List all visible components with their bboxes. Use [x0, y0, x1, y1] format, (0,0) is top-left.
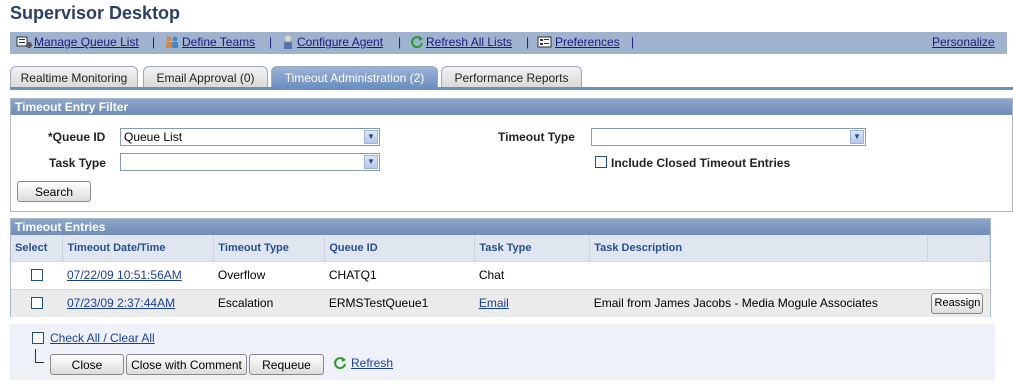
preferences-label[interactable]: Preferences — [555, 35, 620, 49]
table-header-row: Select Timeout Date/Time Timeout Type Qu… — [11, 235, 991, 261]
tab-email-approval[interactable]: Email Approval (0) — [143, 66, 268, 88]
manage-queue-list-link[interactable]: Manage Queue List — [16, 35, 139, 49]
row-select-checkbox[interactable] — [31, 269, 43, 281]
page-title: Supervisor Desktop — [10, 3, 181, 23]
task-type-label: Task Type — [49, 156, 106, 170]
action-cell — [927, 260, 990, 289]
timeout-type-cell: Escalation — [213, 288, 325, 317]
table-row: 07/22/09 10:51:56AM Overflow CHATQ1 Chat — [11, 260, 990, 289]
task-type-link[interactable]: Email — [479, 296, 509, 310]
close-button[interactable]: Close — [50, 354, 124, 375]
preferences-icon — [537, 35, 553, 49]
column-header-select: Select — [11, 235, 64, 261]
tab-performance-reports[interactable]: Performance Reports — [441, 66, 582, 88]
entries-header: Timeout Entries — [11, 219, 990, 235]
manage-queue-list-label[interactable]: Manage Queue List — [34, 35, 139, 49]
column-header-task-description[interactable]: Task Description — [589, 235, 928, 261]
tab-realtime-monitoring[interactable]: Realtime Monitoring — [10, 66, 138, 88]
timeout-type-cell: Overflow — [213, 260, 325, 289]
chevron-down-icon[interactable]: ▼ — [850, 130, 864, 144]
select-cell — [11, 288, 63, 317]
task-type-cell: Email — [474, 288, 590, 317]
refresh-all-lists-link[interactable]: Refresh All Lists — [410, 35, 512, 49]
agent-icon — [281, 35, 295, 49]
define-teams-link[interactable]: Define Teams — [164, 35, 255, 49]
close-with-comment-button[interactable]: Close with Comment — [126, 354, 247, 375]
refresh-icon — [410, 35, 424, 49]
queue-id-cell: ERMSTestQueue1 — [324, 288, 475, 317]
column-header-task-type[interactable]: Task Type — [474, 235, 591, 261]
timeout-datetime-link[interactable]: 07/22/09 10:51:56AM — [67, 268, 182, 282]
select-cell — [11, 260, 63, 289]
check-all-checkbox[interactable] — [32, 332, 44, 344]
queue-list-icon — [16, 35, 32, 49]
column-header-timeout-type[interactable]: Timeout Type — [213, 235, 326, 261]
include-closed-checkbox[interactable] — [595, 156, 607, 168]
timeout-entries-table: Select Timeout Date/Time Timeout Type Qu… — [11, 235, 991, 317]
timeout-type-select[interactable]: ▼ — [591, 128, 866, 146]
personalize-link[interactable]: Personalize — [932, 35, 995, 49]
refresh-link[interactable]: Refresh — [351, 356, 393, 370]
tree-connector — [35, 349, 44, 363]
tab-divider — [10, 87, 1013, 90]
queue-id-value: Queue List — [124, 130, 183, 144]
nav-separator: | — [398, 35, 402, 49]
datetime-cell: 07/23/09 2:37:44AM — [62, 288, 214, 317]
queue-id-label: *Queue ID — [48, 130, 106, 144]
timeout-type-label: Timeout Type — [498, 130, 575, 144]
chevron-down-icon[interactable]: ▼ — [364, 130, 378, 144]
configure-agent-label[interactable]: Configure Agent — [297, 35, 383, 49]
requeue-button[interactable]: Requeue — [249, 354, 324, 375]
task-type-select[interactable]: ▼ — [120, 153, 380, 171]
timeout-datetime-link[interactable]: 07/23/09 2:37:44AM — [67, 296, 175, 310]
table-row: 07/23/09 2:37:44AM Escalation ERMSTestQu… — [11, 288, 990, 317]
nav-separator: | — [152, 35, 156, 49]
queue-id-select[interactable]: Queue List ▼ — [120, 128, 380, 146]
timeout-entries-section: Timeout Entries Select Timeout Date/Time… — [10, 218, 991, 317]
preferences-link[interactable]: Preferences — [537, 35, 620, 49]
search-button[interactable]: Search — [17, 181, 91, 202]
task-description-cell — [589, 260, 928, 289]
nav-separator: | — [526, 35, 530, 49]
column-header-queue-id[interactable]: Queue ID — [324, 235, 476, 261]
queue-id-cell: CHATQ1 — [324, 260, 475, 289]
include-closed-label: Include Closed Timeout Entries — [611, 156, 791, 170]
tab-timeout-administration[interactable]: Timeout Administration (2) — [271, 66, 438, 88]
column-header-timeout-datetime[interactable]: Timeout Date/Time — [62, 235, 215, 261]
nav-separator: | — [631, 35, 635, 49]
row-select-checkbox[interactable] — [31, 297, 43, 310]
chevron-down-icon[interactable]: ▼ — [364, 155, 378, 169]
refresh-all-lists-label[interactable]: Refresh All Lists — [426, 35, 512, 49]
teams-icon — [164, 35, 180, 49]
datetime-cell: 07/22/09 10:51:56AM — [62, 260, 214, 289]
filter-header: Timeout Entry Filter — [11, 99, 1012, 115]
configure-agent-link[interactable]: Configure Agent — [281, 35, 383, 49]
personalize-label[interactable]: Personalize — [932, 35, 995, 49]
nav-separator: | — [269, 35, 273, 49]
action-cell: Reassign — [927, 288, 990, 317]
reassign-button[interactable]: Reassign — [931, 292, 984, 314]
check-all-link[interactable]: Check All / Clear All — [50, 331, 155, 345]
define-teams-label[interactable]: Define Teams — [182, 35, 255, 49]
task-description-cell: Email from James Jacobs - Media Mogule A… — [589, 288, 928, 317]
column-header-action — [927, 235, 991, 261]
refresh-icon — [333, 356, 347, 370]
task-type-cell: Chat — [474, 260, 590, 289]
toolbar: Manage Queue List | Define Teams | Confi… — [10, 32, 1007, 54]
